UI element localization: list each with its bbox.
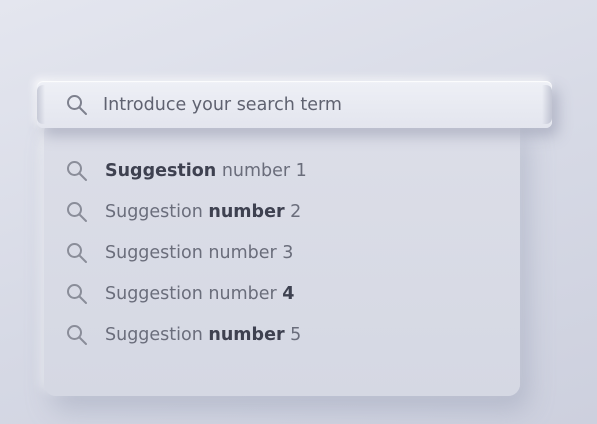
search-icon: [65, 323, 89, 347]
suggestion-item-3[interactable]: Suggestion number 3: [65, 232, 307, 273]
suggestion-label: Suggestion number 3: [105, 243, 293, 263]
search-icon: [65, 159, 89, 183]
suggestion-label-bold: Suggestion: [105, 160, 217, 181]
suggestion-label-rest: 5: [284, 324, 302, 345]
suggestion-item-4[interactable]: Suggestion number 4: [65, 273, 307, 314]
search-icon: [65, 282, 89, 306]
suggestion-label-bold: number: [208, 324, 285, 345]
suggestion-label: Suggestion number 4: [105, 284, 294, 304]
search-bar[interactable]: [37, 81, 552, 128]
search-icon: [65, 200, 89, 224]
suggestion-label-bold: 4: [282, 283, 295, 304]
suggestion-list: Suggestion number 1 Suggestion number 2 …: [65, 150, 307, 355]
suggestion-label-rest: 2: [284, 201, 302, 222]
suggestion-label: Suggestion number 5: [105, 325, 301, 345]
search-input[interactable]: [103, 94, 503, 115]
suggestion-label-pre: Suggestion number: [105, 283, 283, 304]
suggestion-item-1[interactable]: Suggestion number 1: [65, 150, 307, 191]
search-icon: [65, 241, 89, 265]
suggestion-item-5[interactable]: Suggestion number 5: [65, 314, 307, 355]
suggestion-label-rest: number 1: [216, 160, 307, 181]
suggestion-item-2[interactable]: Suggestion number 2: [65, 191, 307, 232]
suggestion-label-bold: number: [208, 201, 285, 222]
suggestion-label-pre: Suggestion: [105, 324, 209, 345]
search-icon[interactable]: [65, 93, 89, 117]
suggestion-label: Suggestion number 2: [105, 202, 301, 222]
suggestion-label-pre: Suggestion number 3: [105, 242, 294, 263]
suggestion-label-pre: Suggestion: [105, 201, 209, 222]
suggestion-label: Suggestion number 1: [105, 161, 307, 181]
